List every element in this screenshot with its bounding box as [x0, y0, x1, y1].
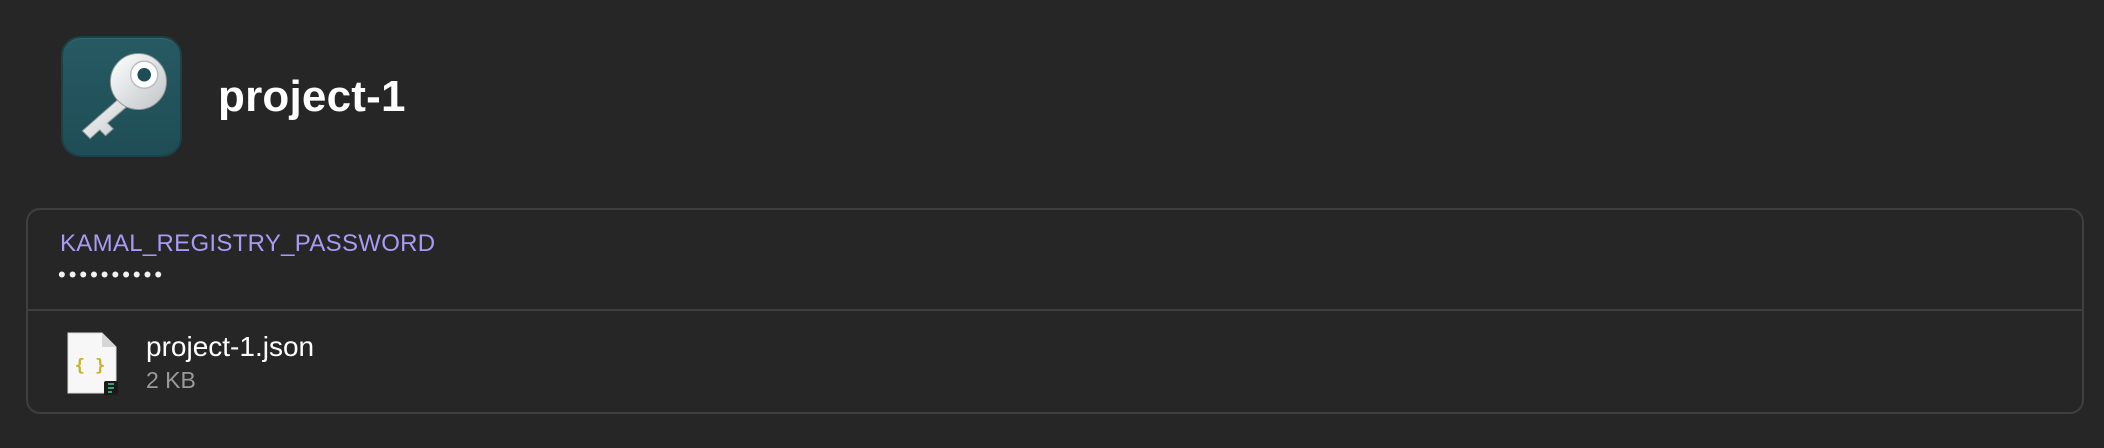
field-label: KAMAL_REGISTRY_PASSWORD [60, 230, 436, 257]
item-title: project-1 [218, 71, 406, 121]
json-glyph: { } [75, 356, 106, 376]
attachment-name: project-1.json [146, 331, 315, 362]
attachment-size: 2 KB [146, 367, 196, 393]
item-header: project-1 [61, 36, 406, 157]
concealed-field-value[interactable]: •••••••••• [58, 262, 165, 288]
item-details-card: KAMAL_REGISTRY_PASSWORD •••••••••• { } p… [26, 208, 2084, 414]
attachment-row[interactable]: { } project-1.json 2 KB [28, 313, 2082, 414]
item-detail-view: project-1 KAMAL_REGISTRY_PASSWORD ••••••… [0, 0, 2104, 448]
field-row-kamal-registry-password[interactable]: KAMAL_REGISTRY_PASSWORD •••••••••• [28, 210, 2082, 311]
json-file-icon: { } [66, 331, 122, 397]
key-icon [61, 36, 182, 157]
